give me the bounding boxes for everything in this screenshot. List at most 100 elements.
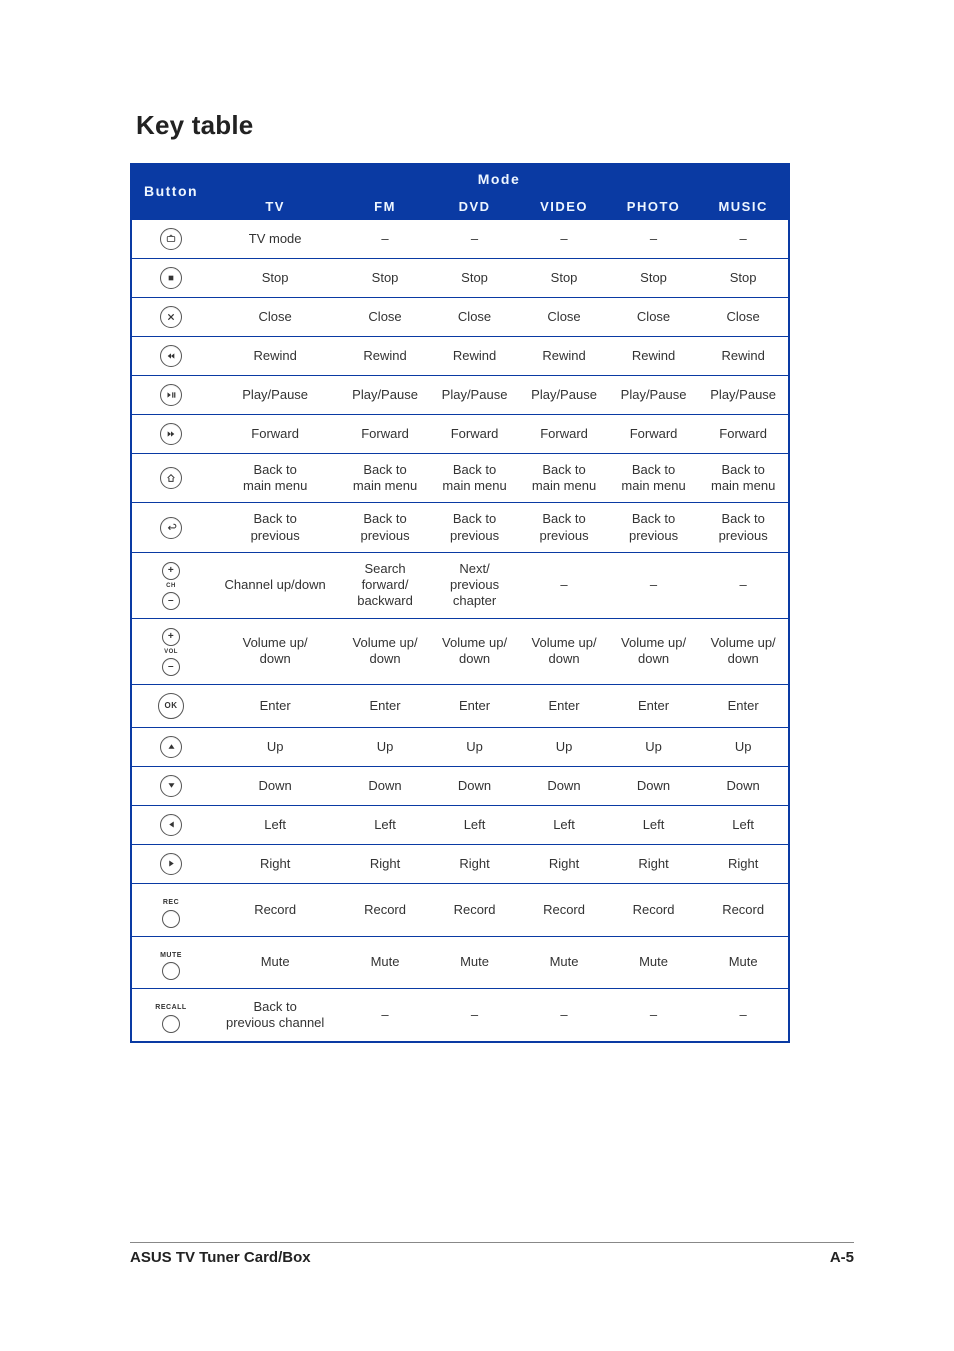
mode-cell: Record: [698, 883, 789, 936]
mode-cell: Back tomain menu: [430, 453, 520, 503]
mode-cell: Forward: [430, 414, 520, 453]
mode-cell: –: [340, 219, 430, 258]
mode-cell: Rewind: [698, 336, 789, 375]
recall-icon: RECALL: [155, 1004, 186, 1033]
key-table: Button Mode TV FM DVD VIDEO PHOTO MUSIC …: [130, 163, 790, 1043]
mode-cell: Play/Pause: [340, 375, 430, 414]
table-row: RECALLBack toprevious channel–––––: [131, 989, 789, 1042]
mode-cell: Down: [698, 766, 789, 805]
mode-cell: Back tomain menu: [698, 453, 789, 503]
channel-up-down-icon: +CH–: [162, 562, 180, 610]
button-cell: [131, 219, 210, 258]
mode-cell: Down: [609, 766, 699, 805]
header-mode-music: MUSIC: [698, 195, 789, 220]
mode-cell: Record: [609, 883, 699, 936]
button-cell: [131, 453, 210, 503]
mode-cell: Stop: [340, 258, 430, 297]
mode-cell: Forward: [698, 414, 789, 453]
mode-cell: Mute: [340, 936, 430, 989]
mode-cell: Rewind: [340, 336, 430, 375]
mode-cell: Back tomain menu: [340, 453, 430, 503]
header-mode-tv: TV: [210, 195, 340, 220]
header-mode-dvd: DVD: [430, 195, 520, 220]
mode-cell: Searchforward/backward: [340, 552, 430, 618]
mode-cell: –: [698, 552, 789, 618]
mode-cell: Up: [698, 727, 789, 766]
mode-cell: Back tomain menu: [609, 453, 699, 503]
mode-cell: –: [519, 552, 609, 618]
table-row: UpUpUpUpUpUp: [131, 727, 789, 766]
table-row: CloseCloseCloseCloseCloseClose: [131, 297, 789, 336]
mode-cell: Rewind: [430, 336, 520, 375]
mode-cell: Right: [519, 844, 609, 883]
mode-cell: Next/previouschapter: [430, 552, 520, 618]
table-row: +CH–Channel up/downSearchforward/backwar…: [131, 552, 789, 618]
mode-cell: Volume up/down: [698, 618, 789, 684]
mode-cell: –: [609, 552, 699, 618]
mode-cell: –: [519, 219, 609, 258]
mode-cell: Forward: [609, 414, 699, 453]
mode-cell: –: [430, 989, 520, 1042]
mode-cell: Right: [698, 844, 789, 883]
back-icon: [160, 520, 182, 535]
table-row: Back tomain menuBack tomain menuBack tom…: [131, 453, 789, 503]
mode-cell: Stop: [698, 258, 789, 297]
mode-cell: Left: [698, 805, 789, 844]
stop-icon: [160, 270, 182, 285]
ok-icon: OK: [158, 696, 184, 711]
button-cell: [131, 375, 210, 414]
mode-cell: Rewind: [519, 336, 609, 375]
mode-cell: Record: [340, 883, 430, 936]
mode-cell: Rewind: [609, 336, 699, 375]
mode-cell: Right: [340, 844, 430, 883]
forward-icon: [160, 426, 182, 441]
mode-cell: Forward: [340, 414, 430, 453]
mode-cell: Down: [210, 766, 340, 805]
table-row: RewindRewindRewindRewindRewindRewind: [131, 336, 789, 375]
mode-cell: Enter: [519, 684, 609, 727]
mode-cell: TV mode: [210, 219, 340, 258]
mode-cell: Volume up/down: [340, 618, 430, 684]
mode-cell: Stop: [519, 258, 609, 297]
button-cell: +VOL–: [131, 618, 210, 684]
mode-cell: Enter: [430, 684, 520, 727]
button-cell: [131, 258, 210, 297]
table-row: RightRightRightRightRightRight: [131, 844, 789, 883]
table-row: DownDownDownDownDownDown: [131, 766, 789, 805]
mode-cell: Down: [430, 766, 520, 805]
mode-cell: Play/Pause: [210, 375, 340, 414]
mode-cell: Up: [609, 727, 699, 766]
table-row: Play/PausePlay/PausePlay/PausePlay/Pause…: [131, 375, 789, 414]
table-row: TV mode–––––: [131, 219, 789, 258]
mode-cell: –: [698, 989, 789, 1042]
button-cell: [131, 297, 210, 336]
mode-cell: Forward: [519, 414, 609, 453]
mode-cell: –: [609, 989, 699, 1042]
table-row: ForwardForwardForwardForwardForwardForwa…: [131, 414, 789, 453]
mode-cell: Enter: [698, 684, 789, 727]
mode-cell: Mute: [519, 936, 609, 989]
page-footer: ASUS TV Tuner Card/Box A-5: [130, 1242, 854, 1266]
mode-cell: Up: [340, 727, 430, 766]
table-row: StopStopStopStopStopStop: [131, 258, 789, 297]
footer-page-number: A-5: [830, 1249, 854, 1266]
button-cell: [131, 727, 210, 766]
mode-cell: Play/Pause: [519, 375, 609, 414]
mode-cell: Close: [519, 297, 609, 336]
mode-cell: Mute: [430, 936, 520, 989]
mode-cell: Volume up/down: [609, 618, 699, 684]
mode-cell: Left: [210, 805, 340, 844]
mode-cell: Left: [609, 805, 699, 844]
mode-cell: Volume up/down: [519, 618, 609, 684]
mode-cell: Mute: [609, 936, 699, 989]
mode-cell: Right: [210, 844, 340, 883]
mode-cell: Close: [210, 297, 340, 336]
mode-cell: Record: [430, 883, 520, 936]
mode-cell: Mute: [210, 936, 340, 989]
button-cell: [131, 844, 210, 883]
mode-cell: –: [698, 219, 789, 258]
mode-cell: Enter: [609, 684, 699, 727]
mode-cell: Forward: [210, 414, 340, 453]
mode-cell: Left: [519, 805, 609, 844]
mode-cell: Enter: [210, 684, 340, 727]
